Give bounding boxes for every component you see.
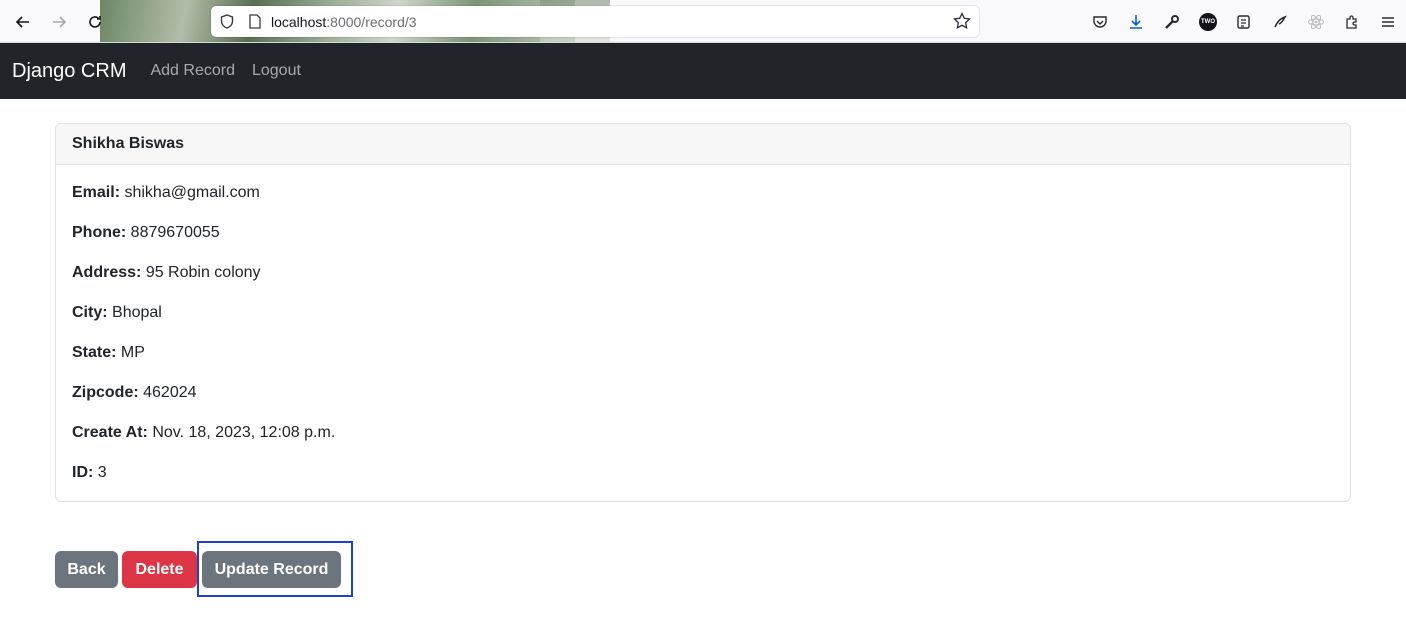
record-card: Shikha Biswas Email: shikha@gmail.com Ph… bbox=[55, 123, 1351, 502]
field-phone: Phone: 8879670055 bbox=[72, 223, 1334, 263]
browser-toolbar: localhost:8000/record/3 TWO bbox=[0, 0, 1406, 43]
extensions-puzzle-icon[interactable] bbox=[1334, 4, 1370, 40]
url-path: :8000/record/3 bbox=[326, 13, 417, 30]
page-icon[interactable] bbox=[247, 14, 263, 30]
pocket-icon[interactable] bbox=[1082, 4, 1118, 40]
wrench-icon[interactable] bbox=[1154, 4, 1190, 40]
field-value: 95 Robin colony bbox=[145, 264, 261, 281]
menu-hamburger-icon[interactable] bbox=[1370, 4, 1406, 40]
back-arrow-icon[interactable] bbox=[10, 9, 36, 35]
field-value: Nov. 18, 2023, 12:08 p.m. bbox=[152, 424, 336, 441]
field-address: Address: 95 Robin colony bbox=[72, 263, 1334, 303]
field-label: State: bbox=[72, 344, 117, 361]
react-devtools-icon[interactable] bbox=[1298, 4, 1334, 40]
delete-button[interactable]: Delete bbox=[122, 551, 197, 588]
field-state: State: MP bbox=[72, 343, 1334, 383]
extension-circle-icon[interactable]: TWO bbox=[1190, 4, 1226, 40]
record-details: Email: shikha@gmail.com Phone: 887967005… bbox=[56, 165, 1350, 503]
app-navbar: Django CRM Add Record Logout bbox=[0, 43, 1406, 99]
star-icon[interactable] bbox=[953, 11, 971, 35]
url-bar[interactable]: localhost:8000/record/3 bbox=[211, 6, 979, 37]
field-label: Address: bbox=[72, 264, 142, 281]
field-city: City: Bhopal bbox=[72, 303, 1334, 343]
field-value: 462024 bbox=[143, 384, 197, 401]
field-label: Email: bbox=[72, 184, 121, 201]
download-icon[interactable] bbox=[1118, 4, 1154, 40]
field-value: Bhopal bbox=[112, 304, 162, 321]
reload-icon[interactable] bbox=[82, 9, 108, 35]
field-value: 3 bbox=[97, 464, 107, 481]
reader-list-icon[interactable] bbox=[1226, 4, 1262, 40]
field-label: City: bbox=[72, 304, 108, 321]
nav-link-add-record[interactable]: Add Record bbox=[150, 62, 235, 80]
record-name-header: Shikha Biswas bbox=[56, 124, 1350, 165]
field-label: Create At: bbox=[72, 424, 148, 441]
field-email: Email: shikha@gmail.com bbox=[72, 183, 1334, 223]
nav-link-logout[interactable]: Logout bbox=[252, 62, 301, 80]
field-label: ID: bbox=[72, 464, 94, 481]
url-host: localhost bbox=[271, 13, 327, 30]
field-label: Phone: bbox=[72, 224, 127, 241]
extension-tool-icon[interactable] bbox=[1262, 4, 1298, 40]
field-label: Zipcode: bbox=[72, 384, 139, 401]
field-created-at: Create At: Nov. 18, 2023, 12:08 p.m. bbox=[72, 423, 1334, 463]
brand-link[interactable]: Django CRM bbox=[12, 60, 126, 83]
field-value: 8879670055 bbox=[130, 224, 220, 241]
field-id: ID: 3 bbox=[72, 463, 1334, 503]
field-zipcode: Zipcode: 462024 bbox=[72, 383, 1334, 423]
back-button[interactable]: Back bbox=[55, 551, 118, 588]
shield-icon[interactable] bbox=[219, 14, 235, 30]
field-value: MP bbox=[120, 344, 145, 361]
url-text[interactable]: localhost:8000/record/3 bbox=[271, 14, 417, 30]
field-value: shikha@gmail.com bbox=[124, 184, 260, 201]
update-record-button[interactable]: Update Record bbox=[202, 551, 341, 588]
toolbar-icons: TWO bbox=[1082, 0, 1406, 42]
forward-arrow-icon[interactable] bbox=[46, 9, 72, 35]
